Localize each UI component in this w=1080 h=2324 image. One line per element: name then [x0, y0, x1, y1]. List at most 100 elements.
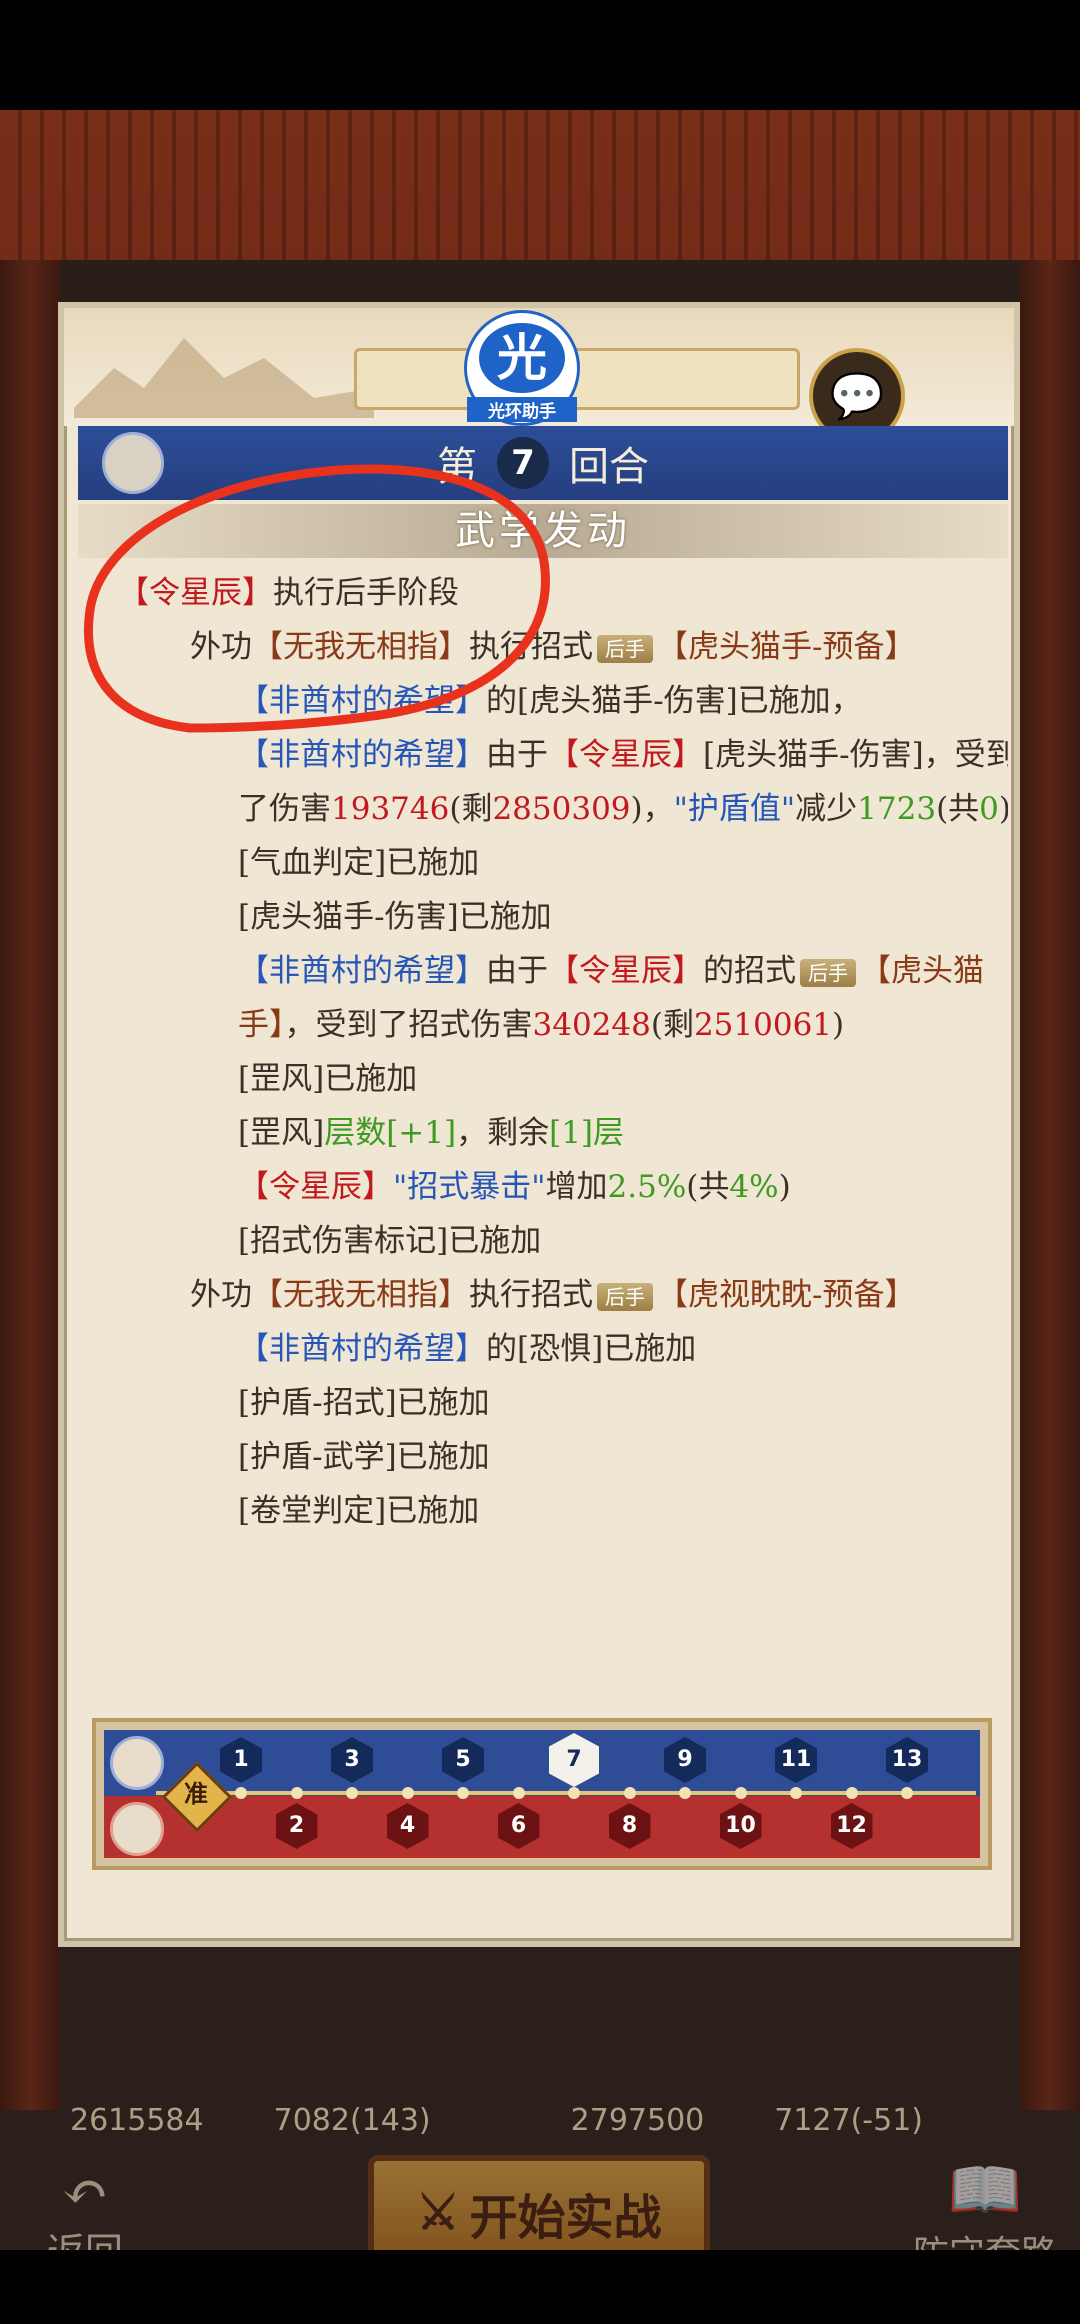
round-number: 7 — [497, 437, 549, 489]
crit-increase: 2.5% — [607, 1169, 687, 1205]
log-line: 【非酋村的希望】由于【令星辰】[虎头猫手-伤害]，受到了伤害193746(剩28… — [78, 728, 1008, 836]
crit-total: 4% — [729, 1169, 779, 1205]
log-text: 的[虎头猫手-伤害]已施加， — [486, 683, 862, 719]
battle-log-dialog: 光 光环助手 💬 第 7 回合 武学发动 【令星辰】执行后手阶段 外功【无我无相… — [58, 302, 1020, 1947]
timeline-dot — [568, 1787, 580, 1799]
attribute-name: "招式暴击" — [393, 1169, 546, 1205]
timeline-dot — [346, 1787, 358, 1799]
log-line: 【非酋村的希望】的[虎头猫手-伤害]已施加， — [78, 674, 1008, 728]
ready-label: 准 — [184, 1779, 208, 1808]
log-text: (剩 — [449, 791, 493, 827]
timeline-dot — [512, 1787, 525, 1799]
character-name: 【令星辰】 — [548, 737, 703, 773]
log-line: [气血判定]已施加 — [78, 836, 1008, 890]
stack-change: 层数[+1] — [324, 1115, 457, 1151]
move-name: 【虎头猫手-预备】 — [657, 629, 916, 665]
log-line: [护盾-招式]已施加 — [78, 1376, 1008, 1430]
remaining-hp: 2510061 — [693, 1007, 833, 1043]
log-text: (剩 — [650, 1007, 694, 1043]
log-line: 【令星辰】"招式暴击"增加2.5%(共4%) — [78, 1160, 1008, 1214]
character-name: 【非酋村的希望】 — [238, 683, 486, 719]
player-power: 2615584 — [70, 2102, 204, 2138]
character-name: 【非酋村的希望】 — [238, 953, 486, 989]
damage-value: 340248 — [532, 1007, 651, 1043]
log-text: 的招式 — [703, 953, 796, 989]
timeline-dot — [734, 1787, 747, 1799]
right-pillar — [1020, 260, 1080, 2110]
log-text: 外功 — [190, 629, 252, 665]
log-line: [罡风]层数[+1]，剩余[1]层 — [78, 1106, 1008, 1160]
log-line: [虎头猫手-伤害]已施加 — [78, 890, 1008, 944]
log-line: [卷堂判定]已施加 — [78, 1484, 1008, 1538]
round-suffix: 回合 — [569, 444, 649, 490]
character-name: 【非酋村的希望】 — [238, 1331, 486, 1367]
enemy-defense: 7127(-51) — [774, 2102, 924, 2138]
timeline-dot — [845, 1787, 858, 1799]
move-name: 【虎视眈眈-预备】 — [657, 1277, 916, 1313]
battle-log[interactable]: 【令星辰】执行后手阶段 外功【无我无相指】执行招式 后手 【虎头猫手-预备】 【非酋… — [78, 558, 1008, 1678]
log-text: [卷堂判定]已施加 — [238, 1493, 480, 1529]
log-text: [气血判定]已施加 — [238, 845, 480, 881]
round-prefix: 第 — [437, 444, 477, 490]
timeline-dot — [679, 1787, 691, 1799]
attribute-name: "护盾值" — [673, 791, 796, 827]
section-title: 武学发动 — [78, 504, 1008, 558]
shield-total: 0 — [979, 791, 999, 827]
app-logo: 光 光环助手 — [464, 310, 580, 426]
logo-glyph: 光 — [479, 323, 565, 393]
move-tag: 后手 — [597, 1282, 653, 1311]
log-text: 减少 — [795, 791, 858, 827]
log-fade — [78, 1638, 1008, 1678]
log-text: [护盾-武学]已施加 — [238, 1439, 490, 1475]
character-name: 【令星辰】 — [238, 1169, 393, 1205]
log-text: ) — [832, 1007, 845, 1043]
defense-routine-label: 防守套路 — [913, 2234, 1057, 2250]
round-timeline: 准 1 3 5 7 9 11 13 2 4 6 8 10 12 — [92, 1718, 992, 1870]
log-text: ，剩余 — [456, 1115, 550, 1151]
log-line: 外功【无我无相指】执行招式 后手 【虎视眈眈-预备】 — [78, 1268, 950, 1322]
timeline-dot — [235, 1787, 247, 1799]
move-tag: 后手 — [800, 958, 856, 987]
round-indicator: 第 7 回合 — [78, 426, 1008, 500]
log-line: [招式伤害标记]已施加 — [78, 1214, 1008, 1268]
log-line: 【非酋村的希望】由于【令星辰】的招式 后手 【虎头猫手】，受到了招式伤害340248… — [78, 944, 1008, 1052]
log-text: 由于 — [486, 737, 548, 773]
timeline-dot — [290, 1787, 303, 1799]
battle-stats-bar: 2615584 7082(143) 2797500 7127(-51) — [30, 2095, 1050, 2145]
back-button[interactable]: ↶ 返回 — [30, 2165, 140, 2251]
book-icon: 📖 — [947, 2155, 1023, 2225]
log-text: )， — [630, 791, 674, 827]
character-name: 【令星辰】 — [118, 575, 273, 611]
log-text: ) — [999, 791, 1008, 827]
timeline-dot — [401, 1787, 414, 1799]
player-defense: 7082(143) — [273, 2102, 431, 2138]
sword-icon: ⚔ — [416, 2185, 460, 2241]
shield-change: 1723 — [857, 791, 937, 827]
remaining-hp: 2850309 — [492, 791, 631, 827]
dialog-header: 光 光环助手 💬 — [64, 308, 1014, 444]
log-text: (共 — [936, 791, 980, 827]
back-label: 返回 — [47, 2230, 123, 2250]
logo-text: 光环助手 — [467, 397, 577, 422]
defense-routine-button[interactable]: 📖 防守套路 — [895, 2155, 1075, 2250]
timeline-dot — [457, 1787, 469, 1799]
mountain-decoration — [74, 338, 374, 418]
start-battle-button[interactable]: ⚔ 开始实战 — [368, 2155, 710, 2250]
log-text: 执行招式 — [469, 1277, 593, 1313]
character-name: 【非酋村的希望】 — [238, 737, 486, 773]
log-text: ，受到了招式伤害 — [284, 1007, 533, 1043]
log-text: [招式伤害标记]已施加 — [238, 1223, 542, 1259]
log-text: 的[恐惧]已施加 — [486, 1331, 697, 1367]
skill-name: 【无我无相指】 — [252, 1277, 469, 1313]
log-text: [罡风] — [238, 1115, 325, 1151]
palace-roof — [0, 110, 1080, 260]
player-avatar-icon — [110, 1736, 164, 1790]
log-text: (共 — [686, 1169, 730, 1205]
log-text: 由于 — [486, 953, 548, 989]
log-line: 【非酋村的希望】的[恐惧]已施加 — [78, 1322, 1008, 1376]
log-text: 外功 — [190, 1277, 252, 1313]
log-text: 执行招式 — [469, 629, 593, 665]
log-text: [护盾-招式]已施加 — [238, 1385, 490, 1421]
log-text: 执行后手阶段 — [273, 575, 459, 611]
damage-value: 193746 — [331, 791, 450, 827]
